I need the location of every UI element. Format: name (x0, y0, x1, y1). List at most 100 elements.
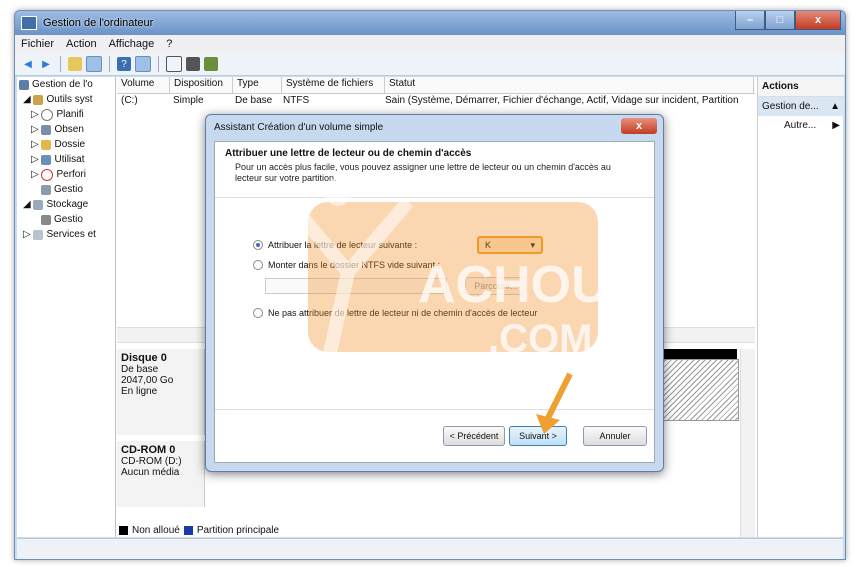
services-icon (33, 229, 44, 240)
disk-0-status: En ligne (121, 386, 158, 397)
vertical-scrollbar[interactable] (740, 349, 755, 537)
device-manager-icon (41, 184, 51, 195)
dialog-header: Attribuer une lettre de lecteur ou de ch… (215, 142, 654, 198)
column-type[interactable]: Type (233, 77, 282, 93)
disk-0-type: De base (121, 364, 159, 375)
computer-icon (19, 79, 29, 90)
column-status[interactable]: Statut (385, 77, 754, 93)
option-mount-folder-label: Monter dans le dossier NTFS vide suivant… (268, 260, 441, 270)
show-tree-icon[interactable] (86, 56, 102, 72)
annotation-arrow-icon (536, 372, 573, 434)
tree-item-disk-management[interactable]: Gestio (17, 212, 115, 227)
tree-item-performance[interactable]: ▷ Perfori (17, 167, 115, 182)
drive-letter-select[interactable]: K ▾ (477, 236, 543, 254)
view-icon[interactable] (135, 56, 151, 72)
toolbar: ◀ ▶ ? (15, 53, 845, 76)
primary-swatch (183, 525, 193, 535)
tree-item-system-tools[interactable]: ◢ Outils syst (17, 92, 115, 107)
menu-bar: Fichier Action Affichage ? (15, 35, 845, 53)
properties-icon[interactable] (186, 57, 200, 71)
tree-item-storage[interactable]: ◢ Stockage (17, 197, 115, 212)
cdrom-0-drive: CD-ROM (D:) (121, 456, 182, 467)
column-volume[interactable]: Volume (117, 77, 170, 93)
event-viewer-icon (41, 124, 52, 135)
option-assign-letter[interactable]: Attribuer la lettre de lecteur suivante … (253, 240, 417, 250)
up-folder-icon[interactable] (68, 57, 82, 71)
cell-type: De base (235, 95, 273, 106)
menu-file[interactable]: Fichier (21, 38, 54, 50)
column-disposition[interactable]: Disposition (170, 77, 233, 93)
tree-item-event-viewer[interactable]: ▷ Obsen (17, 122, 115, 137)
chevron-down-icon: ▾ (530, 239, 535, 250)
close-button[interactable]: x (795, 11, 841, 30)
tree-item-scheduler[interactable]: ▷ Planifi (17, 107, 115, 122)
dialog-close-button[interactable]: x (621, 118, 657, 134)
toolbar-separator (60, 56, 61, 72)
disk-legend: Non alloué Partition principale (117, 523, 279, 537)
dialog-title[interactable]: Assistant Création d'un volume simple (206, 115, 663, 139)
radio-no-letter[interactable] (253, 308, 263, 318)
navigation-tree: Gestion de l'o ◢ Outils syst ▷ Planifi ▷… (17, 77, 116, 537)
drive-letter-value: K (485, 240, 492, 250)
cell-status: Sain (Système, Démarrer, Fichier d'échan… (385, 95, 739, 106)
cdrom-0-media: Aucun média (121, 467, 180, 478)
users-icon (41, 154, 52, 165)
option-assign-letter-label: Attribuer la lettre de lecteur suivante … (268, 240, 418, 250)
maximize-button[interactable]: □ (765, 11, 795, 30)
folder-icon (41, 139, 52, 150)
actions-header: Actions (758, 77, 844, 97)
table-row[interactable]: (C:) Simple De base NTFS Sain (Système, … (117, 94, 755, 109)
menu-help[interactable]: ? (166, 38, 172, 50)
toolbar-separator (158, 56, 159, 72)
radio-mount-folder[interactable] (253, 260, 263, 270)
actions-group[interactable]: Gestion de... ▲ (758, 97, 844, 116)
tools-icon (33, 94, 44, 105)
minimize-button[interactable]: – (735, 11, 765, 30)
title-bar[interactable]: Gestion de l'ordinateur – □ x (15, 11, 845, 35)
folder-path-input[interactable] (265, 278, 447, 294)
status-bar (17, 538, 843, 559)
browse-button[interactable]: Parcourir... (465, 277, 527, 295)
forward-icon[interactable]: ▶ (39, 57, 53, 71)
cdrom-0-label[interactable]: CD-ROM 0 CD-ROM (D:) Aucun média (117, 441, 205, 507)
actions-pane: Actions Gestion de... ▲ Autre... ▶ (757, 77, 844, 537)
actions-more[interactable]: Autre... ▶ (758, 116, 844, 135)
back-icon[interactable]: ◀ (21, 57, 35, 71)
storage-icon (33, 199, 44, 210)
tree-item-root[interactable]: Gestion de l'o (17, 77, 115, 92)
tree-item-services[interactable]: ▷ Services et (17, 227, 115, 242)
option-mount-folder[interactable]: Monter dans le dossier NTFS vide suivant… (253, 260, 440, 270)
dialog-button-row: < Précédent Suivant > Annuler (215, 409, 654, 462)
clock-icon (41, 108, 54, 121)
toolbar-separator (109, 56, 110, 72)
disk-0-label[interactable]: Disque 0 De base 2047,00 Go En ligne (117, 349, 205, 435)
actions-group-label: Gestion de... (762, 101, 819, 112)
help-icon[interactable]: ? (117, 57, 131, 71)
disk-0-name: Disque 0 (121, 352, 167, 364)
actions-more-label: Autre... (784, 120, 817, 131)
cancel-button[interactable]: Annuler (583, 426, 647, 446)
legend-unallocated: Non alloué (132, 524, 180, 536)
radio-assign-letter[interactable] (253, 240, 263, 250)
menu-action[interactable]: Action (66, 38, 97, 50)
column-filesystem[interactable]: Système de fichiers (282, 77, 385, 93)
refresh-icon[interactable] (204, 57, 218, 71)
dialog-subheading: Pour un accès plus facile, vous pouvez a… (235, 162, 611, 183)
disk-icon[interactable] (166, 56, 182, 72)
dialog-body: Attribuer une lettre de lecteur ou de ch… (214, 141, 655, 463)
performance-icon (41, 168, 54, 181)
tree-item-shared-folders[interactable]: ▷ Dossie (17, 137, 115, 152)
disk-management-icon (41, 214, 51, 225)
legend-primary: Partition principale (196, 524, 280, 536)
tree-item-users[interactable]: ▷ Utilisat (17, 152, 115, 167)
disk-0-size: 2047,00 Go (121, 375, 174, 386)
column-headers: Volume Disposition Type Système de fichi… (117, 77, 755, 94)
menu-view[interactable]: Affichage (109, 38, 155, 50)
unallocated-swatch (119, 525, 128, 535)
back-button[interactable]: < Précédent (443, 426, 505, 446)
tree-item-device-manager[interactable]: Gestio (17, 182, 115, 197)
computer-management-icon (21, 16, 37, 30)
option-no-letter[interactable]: Ne pas attribuer de lettre de lecteur ni… (253, 308, 537, 318)
window-controls: – □ x (735, 11, 841, 30)
dialog-heading: Attribuer une lettre de lecteur ou de ch… (225, 148, 472, 159)
